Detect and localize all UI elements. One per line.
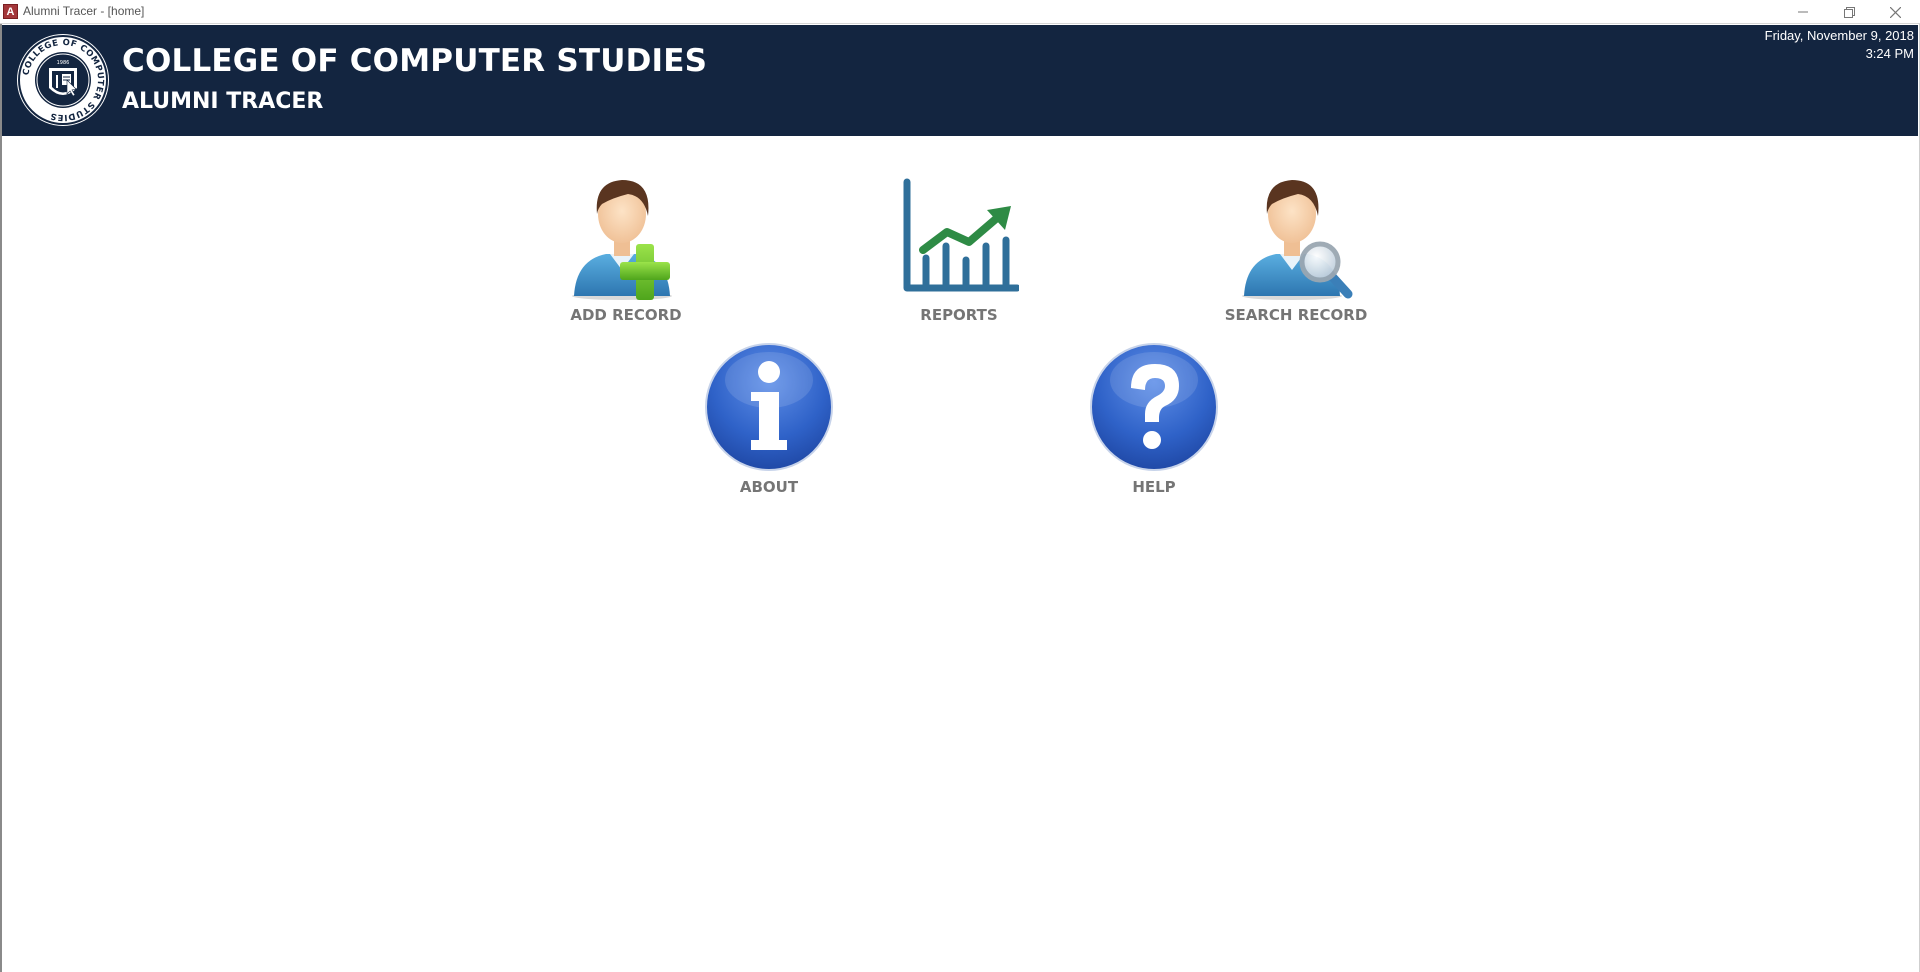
help-button[interactable]: HELP — [1069, 342, 1239, 496]
window-title: Alumni Tracer - [home] — [23, 4, 145, 18]
reports-label: REPORTS — [920, 306, 998, 324]
search-user-icon — [1242, 180, 1353, 300]
close-icon — [1889, 6, 1901, 18]
window-titlebar: A Alumni Tracer - [home] — [0, 0, 1920, 24]
help-label: HELP — [1132, 478, 1176, 496]
current-time: 3:24 PM — [1865, 46, 1914, 61]
college-title: COLLEGE OF COMPUTER STUDIES — [122, 43, 708, 79]
search-record-button[interactable]: SEARCH RECORD — [1211, 170, 1381, 324]
add-record-label: ADD RECORD — [570, 306, 682, 324]
about-button[interactable]: ABOUT — [684, 342, 854, 496]
close-button[interactable] — [1872, 0, 1918, 24]
logo-year: 1986 — [57, 60, 70, 66]
minimize-icon — [1798, 11, 1808, 13]
college-logo: COLLEGE OF COMPUTER STUDIES 1986 — [17, 34, 109, 126]
help-icon — [1090, 343, 1218, 471]
app-subtitle: ALUMNI TRACER — [122, 89, 324, 114]
search-record-label: SEARCH RECORD — [1224, 306, 1368, 324]
restore-icon — [1843, 6, 1855, 18]
window-left-border — [0, 24, 2, 972]
chart-icon — [903, 178, 1019, 292]
reports-button[interactable]: REPORTS — [874, 170, 1044, 324]
add-user-icon — [572, 180, 672, 300]
restore-button[interactable] — [1826, 0, 1872, 24]
minimize-button[interactable] — [1780, 0, 1826, 24]
header-banner: COLLEGE OF COMPUTER STUDIES 1986 COLLEGE… — [2, 25, 1918, 136]
app-icon: A — [3, 4, 18, 19]
info-icon — [705, 343, 833, 471]
about-label: ABOUT — [739, 478, 799, 496]
current-date: Friday, November 9, 2018 — [1764, 28, 1914, 43]
add-record-button[interactable]: ADD RECORD — [541, 170, 711, 324]
